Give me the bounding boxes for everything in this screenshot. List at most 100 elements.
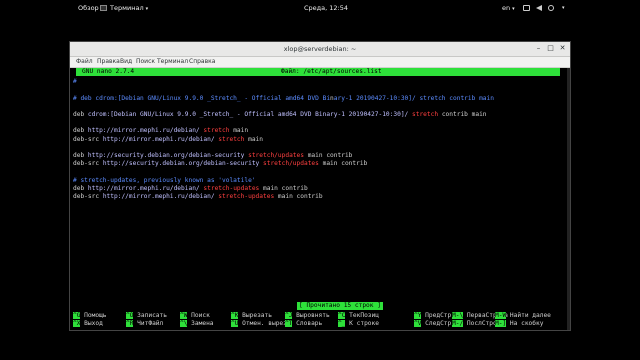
file-line: deb http://mirror.mephi.ru/debian/ stret… bbox=[73, 185, 308, 193]
system-menu[interactable]: ▾ bbox=[523, 4, 565, 12]
file-line: deb-src http://security.debian.org/debia… bbox=[73, 160, 367, 168]
file-line: deb-src http://mirror.mephi.ru/debian/ s… bbox=[73, 136, 263, 144]
line-segment: # stretch-updates, previously known as '… bbox=[73, 176, 256, 184]
line-segment: stretch bbox=[203, 127, 234, 135]
line-segment: main contrib bbox=[307, 152, 353, 159]
terminal-icon bbox=[100, 5, 107, 11]
shortcut-label: Записать bbox=[133, 312, 167, 319]
gnome-top-bar: Обзор Терминал ▾ Среда, 12:54 en ▾ ▾ bbox=[0, 0, 640, 16]
line-segment: deb bbox=[73, 127, 88, 135]
nano-shortcut: ^K Вырезать bbox=[231, 312, 272, 320]
shortcut-label: Поиск bbox=[187, 312, 210, 319]
line-segment: http://mirror.mephi.ru/debian/ bbox=[87, 127, 204, 135]
menu-file[interactable]: Файл bbox=[76, 58, 93, 66]
nano-shortcut: ^U Отмен. вырез bbox=[231, 320, 287, 328]
line-segment: deb bbox=[73, 111, 88, 118]
shortcut-key: M-] bbox=[495, 320, 507, 327]
clock[interactable]: Среда, 12:54 bbox=[304, 4, 348, 12]
shortcut-key: M-W bbox=[495, 312, 507, 319]
nano-shortcut: ^\ Замена bbox=[180, 320, 214, 328]
line-segment: stretch/updates bbox=[248, 152, 308, 159]
app-menu-label: Терминал bbox=[110, 4, 144, 12]
shortcut-key: M-\ bbox=[452, 312, 464, 319]
shortcut-label: СледСтр bbox=[421, 320, 452, 327]
line-segment: stretch-updates bbox=[203, 184, 263, 192]
line-segment: http://security.debian.org/debian-securi… bbox=[102, 160, 263, 168]
line-segment: deb-src bbox=[73, 160, 103, 168]
nano-shortcut: M-W Найти далее bbox=[495, 312, 551, 320]
file-line: deb http://security.debian.org/debian-se… bbox=[73, 152, 352, 160]
keyboard-layout-indicator[interactable]: en ▾ bbox=[502, 4, 515, 13]
activities-button[interactable]: Обзор bbox=[78, 4, 99, 12]
shortcut-label: Замена bbox=[187, 320, 214, 327]
line-segment: ary-1 20190427-10:30]/ stretch contrib m… bbox=[333, 94, 494, 102]
line-segment: main contrib bbox=[277, 193, 323, 200]
power-icon bbox=[548, 5, 554, 11]
line-segment: deb-src bbox=[73, 193, 103, 200]
file-line: deb cdrom:[Debian GNU/Linux 9.9.0 _Stret… bbox=[73, 111, 487, 119]
line-segment: # deb cdrom:[Debian GNU/Linux 9.9.0 _Str… bbox=[73, 94, 331, 102]
menu-help[interactable]: Справка bbox=[189, 58, 215, 66]
line-segment: main bbox=[233, 127, 249, 135]
volume-icon bbox=[536, 5, 542, 11]
nano-shortcut: ^X Выход bbox=[73, 320, 103, 328]
file-line: deb http://mirror.mephi.ru/debian/ stret… bbox=[73, 127, 248, 135]
menu-search[interactable]: Поиск bbox=[136, 58, 155, 66]
minimize-icon[interactable]: – bbox=[534, 44, 543, 53]
menu-terminal[interactable]: Терминал bbox=[157, 58, 188, 66]
shortcut-label: ТекПозиц bbox=[345, 312, 379, 319]
menu-edit[interactable]: Правка bbox=[97, 58, 120, 66]
line-segment: main contrib bbox=[263, 184, 308, 192]
menu-view[interactable]: Вид bbox=[120, 58, 132, 66]
nano-file-name: Файл: /etc/apt/sources.list bbox=[281, 68, 382, 75]
file-line: # bbox=[73, 78, 77, 86]
network-icon bbox=[523, 5, 530, 11]
terminal-window: xlop@serverdebian: ~ – □ ✕ Файл Правка В… bbox=[70, 42, 570, 330]
maximize-icon[interactable]: □ bbox=[546, 44, 555, 53]
line-segment: http://mirror.mephi.ru/debian/ bbox=[102, 193, 219, 200]
shortcut-label: Помощь bbox=[80, 312, 107, 319]
nano-shortcut: ^_ К строке bbox=[338, 320, 379, 328]
line-segment: cdrom:[Debian GNU/Linux 9.9.0 _Stretch_ … bbox=[87, 111, 412, 118]
line-segment: http://security.debian.org/debian-securi… bbox=[87, 152, 249, 159]
nano-shortcut: M-] На скобку bbox=[495, 320, 543, 328]
line-segment: stretch bbox=[412, 111, 442, 118]
chevron-down-icon: ▾ bbox=[562, 5, 565, 11]
line-segment: stretch/updates bbox=[263, 160, 323, 168]
nano-shortcut: ^V СледСтр bbox=[414, 320, 451, 328]
nano-header: GNU nano 2.7.4 Файл: /etc/apt/sources.li… bbox=[76, 68, 560, 76]
shortcut-key: M-/ bbox=[452, 320, 464, 327]
shortcut-label: Выход bbox=[80, 320, 103, 327]
nano-shortcut: ^Y ПредСтр bbox=[414, 312, 451, 320]
shortcut-label: Отмен. вырез bbox=[238, 320, 287, 327]
menu-bar: Файл Правка Вид Поиск Терминал Справка bbox=[70, 57, 570, 68]
shortcut-label: Найти далее bbox=[506, 312, 551, 319]
layout-label: en bbox=[502, 4, 511, 12]
window-title: xlop@serverdebian: ~ bbox=[283, 45, 357, 53]
nano-shortcut: ^R ЧитФайл bbox=[126, 320, 163, 328]
file-line: # stretch-updates, previously known as '… bbox=[73, 177, 256, 185]
app-menu[interactable]: Терминал ▾ bbox=[100, 4, 148, 13]
line-segment: http://mirror.mephi.ru/debian/ bbox=[87, 184, 204, 192]
file-line: # deb cdrom:[Debian GNU/Linux 9.9.0 _Str… bbox=[73, 95, 494, 103]
nano-shortcut: ^C ТекПозиц bbox=[338, 312, 379, 320]
line-segment: deb-src bbox=[73, 135, 103, 143]
terminal-scrollbar[interactable] bbox=[567, 68, 570, 330]
nano-shortcut: ^J Выровнять bbox=[285, 312, 330, 320]
shortcut-label: ЧитФайл bbox=[133, 320, 164, 327]
line-segment: deb bbox=[73, 152, 88, 159]
line-segment: main contrib bbox=[322, 160, 368, 168]
shortcut-label: ПредСтр bbox=[421, 312, 452, 319]
chevron-down-icon: ▾ bbox=[512, 6, 515, 12]
shortcut-label: Выровнять bbox=[292, 312, 330, 319]
shortcut-label: Вырезать bbox=[238, 312, 272, 319]
chevron-down-icon: ▾ bbox=[145, 6, 149, 12]
terminal-content[interactable]: GNU nano 2.7.4 Файл: /etc/apt/sources.li… bbox=[70, 68, 570, 330]
nano-shortcut: ^G Помощь bbox=[73, 312, 107, 320]
shortcut-label: Словарь bbox=[292, 320, 323, 327]
shortcut-label: На скобку bbox=[506, 320, 544, 327]
close-icon[interactable]: ✕ bbox=[558, 44, 567, 53]
line-segment: http://mirror.mephi.ru/debian/ bbox=[102, 135, 219, 143]
nano-status-message: [ Прочитано 15 строк ] bbox=[297, 302, 383, 310]
window-titlebar[interactable]: xlop@serverdebian: ~ – □ ✕ bbox=[70, 42, 570, 57]
